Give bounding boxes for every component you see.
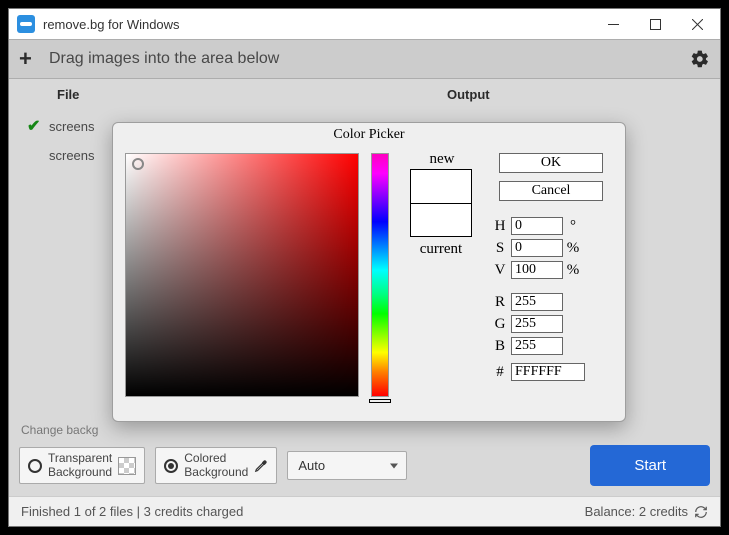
hex-input[interactable] <box>511 363 585 381</box>
h-label: H <box>489 218 511 235</box>
color-fields: H ° S% V% R G B # <box>489 213 585 381</box>
titlebar: remove.bg for Windows <box>9 9 720 39</box>
color-picker-dialog: Color Picker new current OK Cancel H ° S%… <box>112 122 626 422</box>
cancel-button[interactable]: Cancel <box>499 181 603 201</box>
change-bg-label: Change backg <box>9 419 720 441</box>
option-label: Transparent Background <box>48 452 112 478</box>
radio-icon <box>164 459 178 473</box>
swatch-divider <box>410 203 472 204</box>
maximize-button[interactable] <box>634 10 676 38</box>
size-select[interactable]: Auto <box>287 451 407 480</box>
pct-unit: % <box>563 262 583 279</box>
hex-label: # <box>489 364 511 381</box>
h-input[interactable] <box>511 217 563 235</box>
status-left: Finished 1 of 2 files | 3 credits charge… <box>21 504 585 519</box>
pct-unit: % <box>563 240 583 257</box>
s-input[interactable] <box>511 239 563 257</box>
saturation-value-area[interactable] <box>125 153 359 397</box>
option-label: Colored Background <box>184 452 248 478</box>
b-label: B <box>489 338 511 355</box>
dialog-title: Color Picker <box>113 123 625 153</box>
eyedropper-icon[interactable] <box>254 459 268 473</box>
bottom-panel: Change backg Transparent Background Colo… <box>9 419 720 496</box>
g-input[interactable] <box>511 315 563 333</box>
refresh-icon[interactable] <box>694 505 708 519</box>
deg-unit: ° <box>563 218 583 235</box>
g-label: G <box>489 316 511 333</box>
colored-bg-option[interactable]: Colored Background <box>155 447 277 483</box>
hue-indicator-icon <box>369 399 391 403</box>
current-label: current <box>408 241 474 258</box>
new-label: new <box>415 151 469 168</box>
app-logo-icon <box>17 15 35 33</box>
ok-button[interactable]: OK <box>499 153 603 173</box>
window-title: remove.bg for Windows <box>43 17 592 32</box>
checker-icon <box>118 457 136 475</box>
b-input[interactable] <box>511 337 563 355</box>
r-input[interactable] <box>511 293 563 311</box>
options-row: Transparent Background Colored Backgroun… <box>9 441 720 496</box>
hue-slider[interactable] <box>371 153 389 397</box>
minimize-button[interactable] <box>592 10 634 38</box>
s-label: S <box>489 240 511 257</box>
v-label: V <box>489 262 511 279</box>
close-button[interactable] <box>676 10 718 38</box>
size-value: Auto <box>298 458 325 473</box>
radio-icon <box>28 459 42 473</box>
transparent-bg-option[interactable]: Transparent Background <box>19 447 145 483</box>
sv-cursor-icon <box>132 158 144 170</box>
status-right: Balance: 2 credits <box>585 504 688 519</box>
start-button[interactable]: Start <box>590 445 710 486</box>
v-input[interactable] <box>511 261 563 279</box>
statusbar: Finished 1 of 2 files | 3 credits charge… <box>9 496 720 526</box>
r-label: R <box>489 294 511 311</box>
